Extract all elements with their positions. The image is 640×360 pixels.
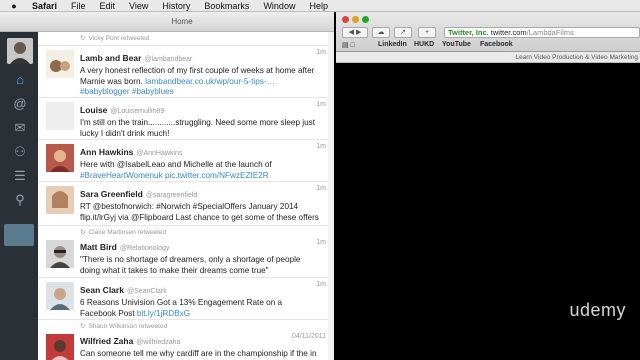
retweet-label: ↻ Claire Martinsen retweeted [80,229,167,236]
lists-icon[interactable]: ☰ [11,168,29,184]
twitter-app-window: Home ⌂ @ ✉ ⚇ ☰ ⚲ ↻ Vicky Pont retweeted L… [0,12,334,360]
tweet-item[interactable]: Sara Greenfield @saragreenfield 1m RT @be… [38,182,334,226]
tweet-time[interactable]: 1m [316,143,326,150]
udemy-watermark: udemy [569,300,626,320]
ev-certificate-label: Twitter, Inc. [448,28,489,37]
home-icon[interactable]: ⌂ [11,72,29,88]
zoom-window-icon[interactable] [362,16,369,23]
tweet-text: "There is no shortage of dreamers, only … [80,255,301,275]
menu-history[interactable]: History [162,1,190,11]
tweet-feed[interactable]: ↻ Vicky Pont retweeted Lamb and Bear @lamb… [38,32,334,360]
tweet-avatar[interactable] [46,186,74,214]
share-icon[interactable]: ↗ [394,27,412,38]
tweet-item[interactable]: ↻ Vicky Pont retweeted [38,32,334,46]
page-tab-strip[interactable]: Learn Video Production & Video Marketing [336,52,640,63]
tweet-avatar[interactable] [46,102,74,130]
bookmark-linkedin[interactable]: LinkedIn [378,41,407,48]
tweet-item[interactable]: Lamb and Bear @lambandbear 1m A very hone… [38,46,334,98]
tweet-author[interactable]: Sean Clark [80,285,124,295]
mentions-icon[interactable]: @ [11,96,29,112]
tweet-handle[interactable]: @Relationology [120,245,170,252]
apple-menu-icon[interactable]: ● [8,1,20,11]
retweet-icon: ↻ [80,229,86,236]
tweet-text: Here with @IsabelLeao and Michelle at th… [80,160,272,180]
tweet-time[interactable]: 1m [316,281,326,288]
tweet-time[interactable]: 1m [316,101,326,108]
tweet-author[interactable]: Ann Hawkins [80,147,133,157]
tweet-link[interactable]: bit.ly/1jRDBxG [137,309,190,318]
tweet-item[interactable]: ↻ Claire Martinsen retweeted Matt Bird @Re… [38,226,334,278]
add-bookmark-icon[interactable]: + [418,27,436,38]
tweet-link[interactable]: #BraveHeartWomenuk pic.twitter.com/NFwzE… [80,171,269,180]
url-path: /LambdaFilms [526,28,574,37]
twitter-sidebar: ⌂ @ ✉ ⚇ ☰ ⚲ [0,32,38,360]
tweet-avatar[interactable] [46,240,74,268]
tweet-item[interactable]: Ann Hawkins @AnnHawkins 1m Here with @Isa… [38,140,334,182]
retweet-label: ↻ Shaun Wilkinson retweeted [80,323,168,330]
tweet-handle[interactable]: @AnnHawkins [136,150,182,157]
tweet-handle[interactable]: @saragreenfield [146,192,197,199]
tweet-text: 6 Reasons Univision Got a 13% Engagement… [80,298,283,318]
menu-help[interactable]: Help [309,1,328,11]
menu-view[interactable]: View [129,1,148,11]
tweet-time[interactable]: 04/11/2011 [292,333,326,340]
tweet-avatar[interactable] [46,282,74,310]
tweet-handle[interactable]: @wilfriedzaha [136,339,180,346]
tweet-avatar[interactable] [46,334,74,360]
tweet-text: RT @bestofnorwich: #Norwich #SpecialOffe… [80,202,319,222]
compose-accounts-icon[interactable] [4,224,34,246]
window-controls [342,16,369,23]
close-window-icon[interactable] [342,16,349,23]
reading-list-icon[interactable]: ▤ □ [342,41,355,49]
feed-scrollbar[interactable] [328,32,334,360]
url-host: twitter.com [490,28,527,37]
tweet-text: Can someone tell me why cardiff are in t… [80,349,317,358]
tweet-time[interactable]: 1m [316,185,326,192]
search-icon[interactable]: ⚲ [11,192,29,208]
tweet-author[interactable]: Matt Bird [80,242,117,252]
profile-avatar[interactable] [7,38,33,64]
safari-toolbar: ◀ ▶ ☁ ↗ + Twitter, Inc. twitter.com/Lamb… [336,12,640,52]
bookmark-hukd[interactable]: HUKD [414,41,434,48]
tweet-item[interactable]: Louise @Louisemullin89 1m I'm still on th… [38,98,334,140]
messages-icon[interactable]: ✉ [11,120,29,136]
tweet-avatar[interactable] [46,144,74,172]
safari-window: ◀ ▶ ☁ ↗ + Twitter, Inc. twitter.com/Lamb… [336,12,640,360]
back-forward-buttons[interactable]: ◀ ▶ [342,27,368,38]
retweet-icon: ↻ [80,323,86,330]
tweet-handle[interactable]: @lambandbear [144,56,192,63]
tweet-time[interactable]: 1m [316,49,326,56]
bookmark-youtube[interactable]: YouTube [442,41,471,48]
profile-icon[interactable]: ⚇ [11,144,29,160]
bookmark-facebook[interactable]: Facebook [480,41,513,48]
minimize-window-icon[interactable] [352,16,359,23]
window-title: Home [171,17,193,26]
mac-menubar: ● Safari File Edit View History Bookmark… [0,0,640,12]
tweet-author[interactable]: Louise [80,105,107,115]
tweet-author[interactable]: Lamb and Bear [80,53,141,63]
tweet-author[interactable]: Wilfried Zaha [80,336,133,346]
twitter-window-titlebar: Home [0,12,334,32]
tweet-author[interactable]: Sara Greenfield [80,189,143,199]
tweet-avatar[interactable] [46,50,74,78]
menu-app-safari[interactable]: Safari [32,1,57,11]
retweet-icon: ↻ [80,35,86,42]
icloud-icon[interactable]: ☁ [372,27,390,38]
tweet-time[interactable]: 1m [316,239,326,246]
menu-file[interactable]: File [71,1,86,11]
menu-bookmarks[interactable]: Bookmarks [204,1,249,11]
tweet-text: A very honest reflection of my first cou… [80,66,315,96]
tweet-item[interactable]: ↻ Shaun Wilkinson retweeted Wilfried Zaha… [38,320,334,360]
tweet-text: I'm still on the train............strugg… [80,118,316,138]
address-bar[interactable]: Twitter, Inc. twitter.com/LambdaFilms [444,27,640,38]
tweet-handle[interactable]: @SeanClark [127,288,167,295]
menu-edit[interactable]: Edit [100,1,116,11]
menu-window[interactable]: Window [263,1,295,11]
tweet-handle[interactable]: @Louisemullin89 [110,108,164,115]
retweet-label: ↻ Vicky Pont retweeted [80,35,150,42]
tweet-item[interactable]: Sean Clark @SeanClark 1m 6 Reasons Univis… [38,278,334,320]
